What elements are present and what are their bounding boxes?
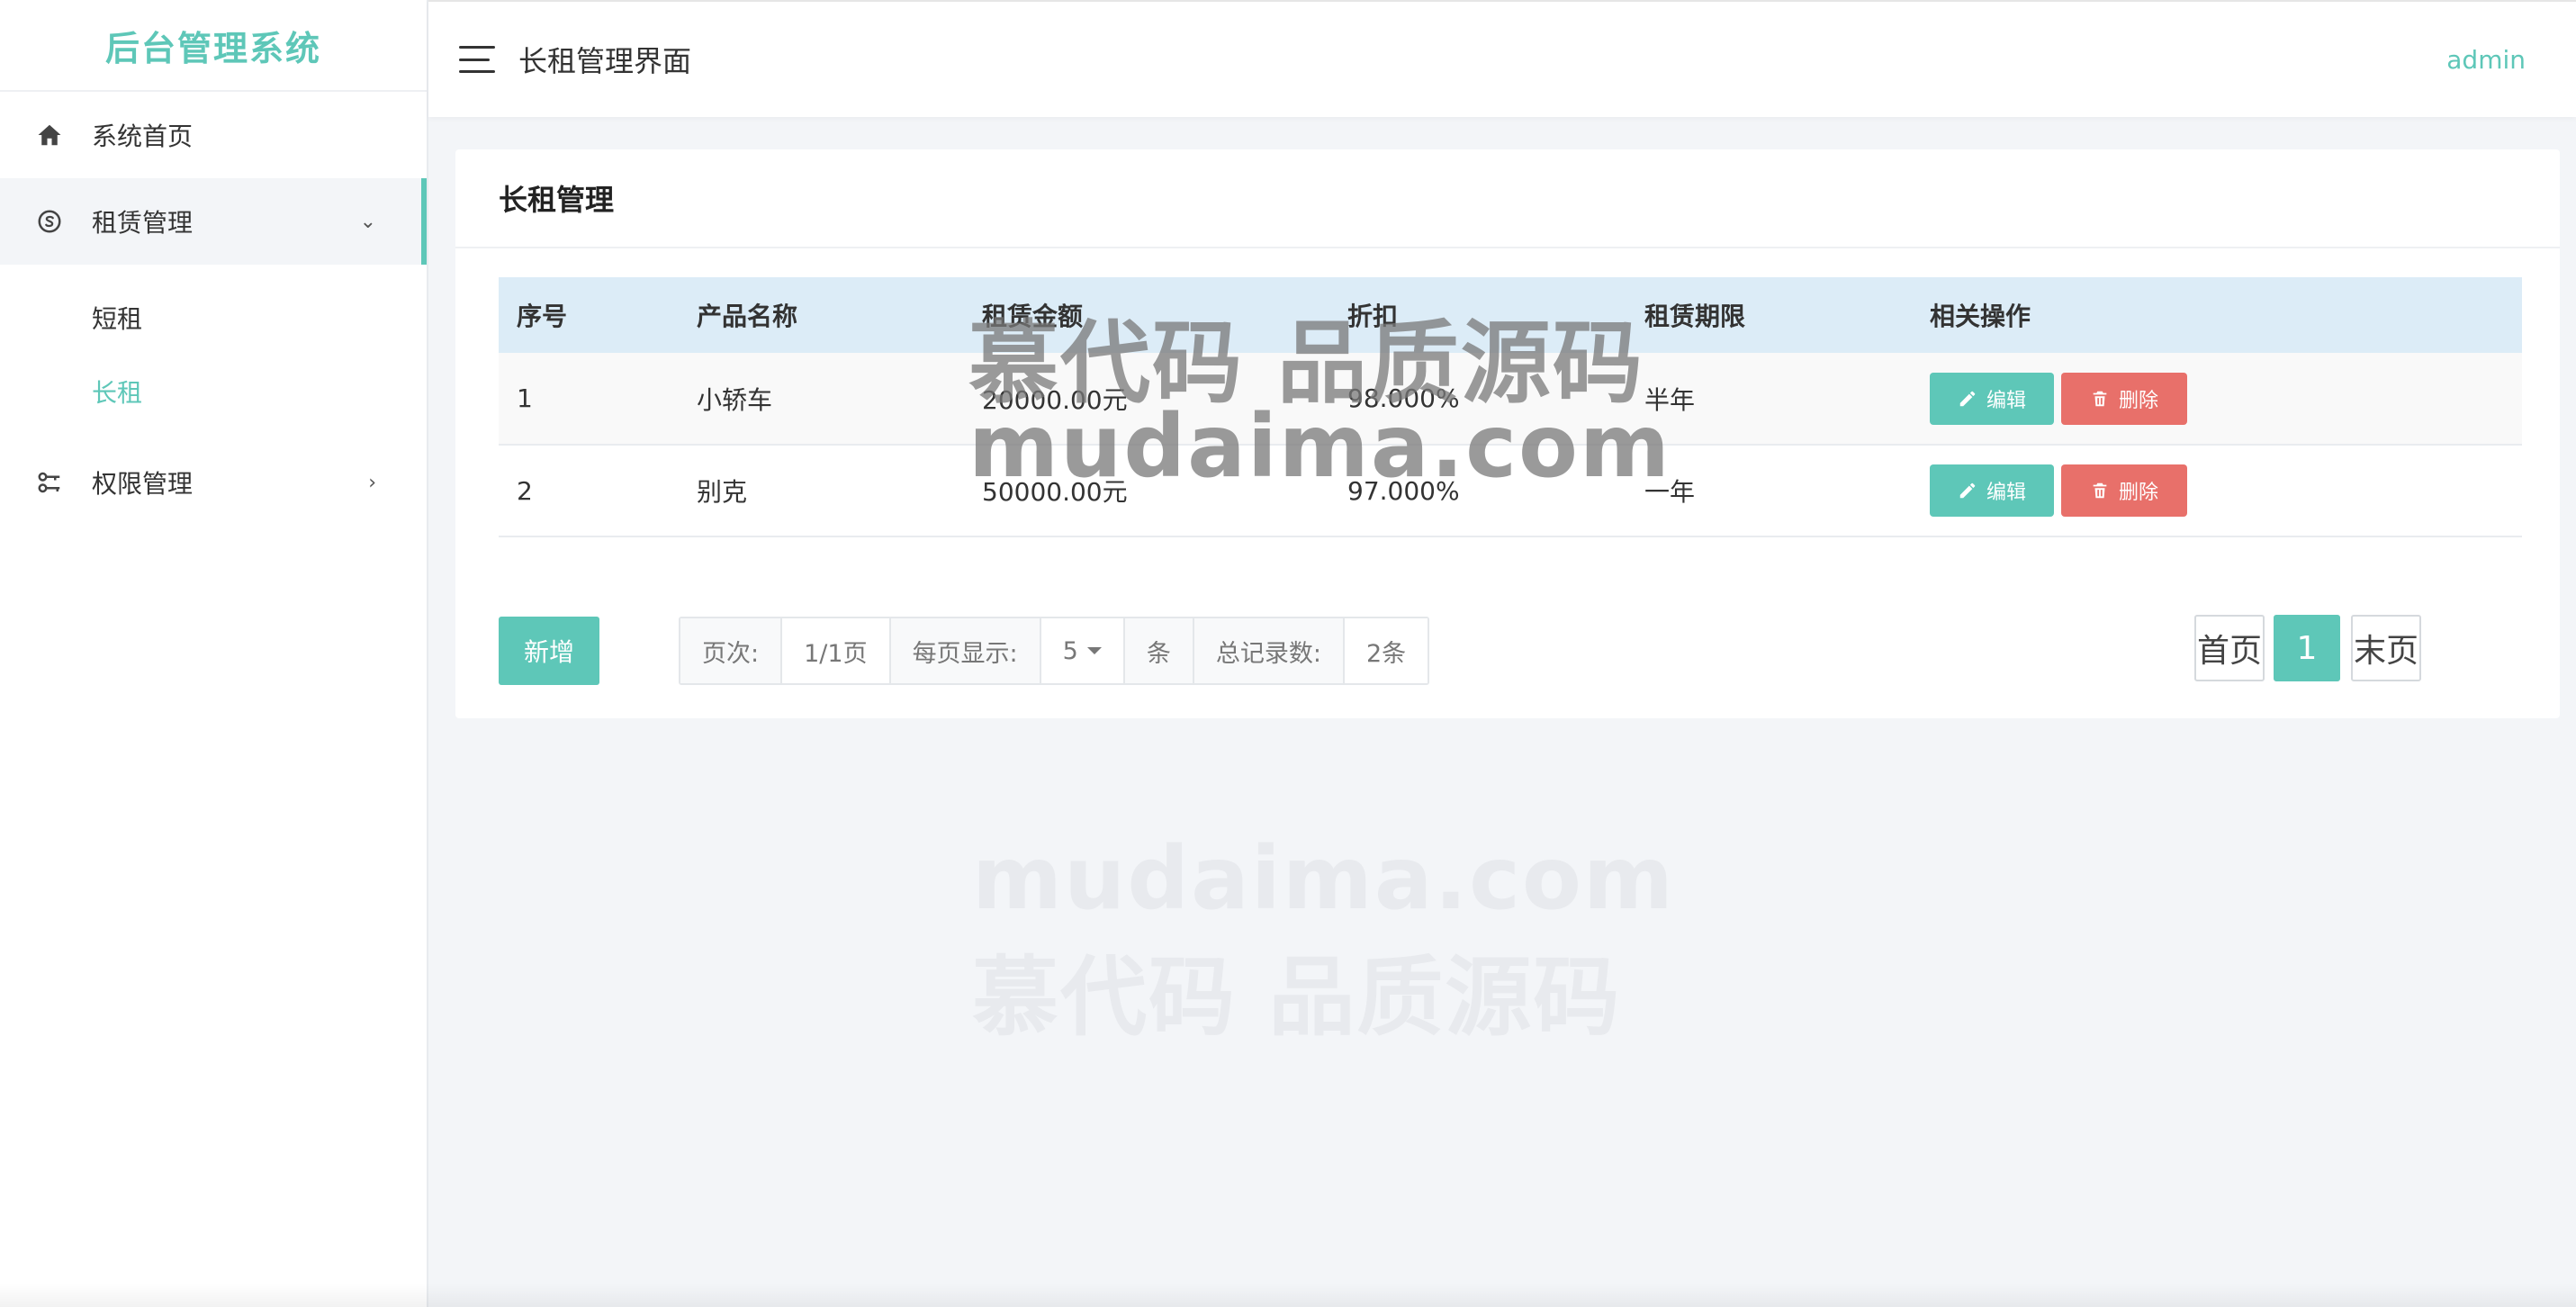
cell-name: 别克 bbox=[697, 477, 748, 507]
pencil-icon bbox=[1959, 482, 1976, 499]
cell-amount: 20000.00元 bbox=[982, 384, 1128, 415]
per-page-label: 每页显示: bbox=[890, 618, 1041, 683]
column-header: 相关操作 bbox=[1930, 302, 2031, 331]
sidebar-item-label: 系统首页 bbox=[92, 122, 194, 151]
bottom-shadow bbox=[0, 1284, 2576, 1307]
page-label: 页次: bbox=[680, 618, 783, 683]
caret-down-icon bbox=[1086, 647, 1102, 654]
chevron-down-icon: ⌄ bbox=[359, 210, 376, 233]
per-page-select[interactable]: 5 bbox=[1040, 618, 1125, 683]
total-value: 2条 bbox=[1344, 618, 1428, 683]
delete-label: 删除 bbox=[2118, 389, 2158, 412]
sidebar-item-long-rent[interactable]: 长租 bbox=[0, 355, 427, 428]
watermark-text: 慕代码 品质源码 bbox=[972, 947, 1622, 1048]
cell-actions: 编辑 删除 bbox=[1912, 445, 2522, 536]
table-row: 1 小轿车 20000.00元 98.000% 半年 编辑 删除 bbox=[499, 353, 2522, 445]
per-page-unit: 条 bbox=[1124, 618, 1194, 683]
sidebar-item-label: 权限管理 bbox=[92, 469, 194, 499]
cell-name: 小轿车 bbox=[697, 384, 773, 415]
edit-label: 编辑 bbox=[1986, 389, 2026, 412]
add-button[interactable]: 新增 bbox=[499, 617, 599, 685]
cell-amount: 50000.00元 bbox=[982, 477, 1128, 507]
column-header: 折扣 bbox=[1347, 302, 1399, 331]
content-card: 长租管理 序号 产品名称 租赁金额 折扣 租赁期限 相关操作 1 小轿车 200… bbox=[455, 149, 2560, 718]
menu-toggle-icon[interactable] bbox=[459, 46, 495, 73]
cell-actions: 编辑 删除 bbox=[1912, 353, 2522, 445]
column-header: 产品名称 bbox=[697, 302, 798, 331]
top-header: 长租管理界面 admin bbox=[428, 0, 2576, 117]
cell-discount: 98.000% bbox=[1347, 383, 1460, 413]
page-title: 长租管理界面 bbox=[518, 44, 692, 78]
delete-button[interactable]: 删除 bbox=[2061, 464, 2187, 517]
column-header: 租赁金额 bbox=[982, 302, 1084, 331]
card-title: 长租管理 bbox=[455, 149, 2560, 248]
home-icon bbox=[34, 120, 65, 150]
sidebar-item-label: 租赁管理 bbox=[92, 208, 194, 238]
total-label: 总记录数: bbox=[1193, 618, 1345, 683]
delete-button[interactable]: 删除 bbox=[2061, 372, 2187, 425]
trash-icon bbox=[2093, 482, 2107, 499]
watermark-text: mudaima.com bbox=[972, 828, 1675, 929]
pagination: 首页 1 末页 bbox=[2194, 615, 2421, 681]
pencil-icon bbox=[1959, 391, 1976, 406]
page-number-button[interactable]: 1 bbox=[2274, 615, 2340, 681]
trash-icon bbox=[2093, 391, 2107, 406]
cell-no: 2 bbox=[517, 475, 533, 506]
sidebar-item-home[interactable]: 系统首页 bbox=[0, 92, 427, 178]
sidebar-item-short-rent[interactable]: 短租 bbox=[0, 281, 427, 355]
edit-button[interactable]: 编辑 bbox=[1930, 464, 2054, 517]
sidebar-item-permissions[interactable]: 权限管理 › bbox=[0, 439, 427, 526]
cell-term: 半年 bbox=[1644, 384, 1696, 415]
cell-term: 一年 bbox=[1644, 477, 1696, 507]
table-header-row: 序号 产品名称 租赁金额 折扣 租赁期限 相关操作 bbox=[499, 277, 2522, 353]
sidebar-item-rental[interactable]: 租赁管理 ⌄ bbox=[0, 178, 427, 265]
cell-no: 1 bbox=[517, 383, 533, 413]
brand-title: 后台管理系统 bbox=[0, 0, 427, 92]
chevron-right-icon: › bbox=[368, 471, 376, 494]
column-header: 序号 bbox=[517, 302, 568, 331]
sidebar: 后台管理系统 系统首页 租赁管理 ⌄ 短租 长租 权限管理 › bbox=[0, 0, 428, 1307]
first-page-button[interactable]: 首页 bbox=[2194, 615, 2265, 681]
cell-discount: 97.000% bbox=[1347, 475, 1460, 506]
pager-info: 页次: 1/1页 每页显示: 5 条 总记录数: 2条 bbox=[679, 617, 1430, 685]
rental-submenu: 短租 长租 bbox=[0, 265, 427, 439]
key-icon bbox=[34, 467, 65, 498]
edit-label: 编辑 bbox=[1986, 482, 2026, 504]
skype-icon bbox=[34, 206, 65, 237]
page-value: 1/1页 bbox=[782, 618, 891, 683]
column-header: 租赁期限 bbox=[1644, 302, 1746, 331]
rental-table: 序号 产品名称 租赁金额 折扣 租赁期限 相关操作 1 小轿车 20000.00… bbox=[499, 277, 2522, 537]
delete-label: 删除 bbox=[2118, 482, 2158, 504]
edit-button[interactable]: 编辑 bbox=[1930, 372, 2054, 425]
table-row: 2 别克 50000.00元 97.000% 一年 编辑 删除 bbox=[499, 445, 2522, 536]
last-page-button[interactable]: 末页 bbox=[2351, 615, 2421, 681]
user-menu[interactable]: admin bbox=[2446, 45, 2526, 75]
per-page-value: 5 bbox=[1062, 636, 1078, 665]
